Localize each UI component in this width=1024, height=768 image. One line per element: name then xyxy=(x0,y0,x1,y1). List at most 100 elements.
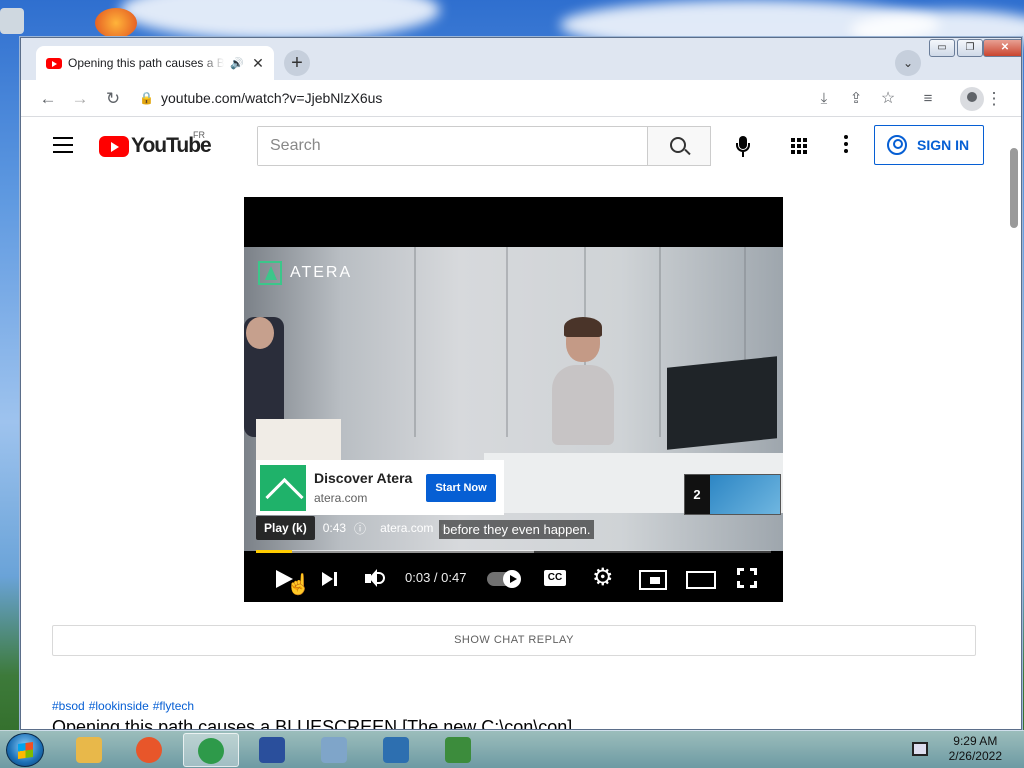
new-tab-button[interactable]: + xyxy=(284,50,310,76)
miniplayer-button[interactable] xyxy=(636,563,667,593)
explorer-icon xyxy=(76,737,102,763)
reload-icon[interactable]: ↻ xyxy=(102,88,124,110)
sign-in-label: SIGN IN xyxy=(917,137,970,153)
clock-date: 2/26/2022 xyxy=(948,749,1002,763)
close-window-button[interactable]: ✕ xyxy=(983,39,1021,57)
search-icon xyxy=(670,137,686,153)
taskbar-app[interactable] xyxy=(369,733,425,767)
address-bar[interactable]: 🔒 youtube.com/watch?v=JjebNlzX6us xyxy=(139,84,829,112)
firefox-icon xyxy=(136,737,162,763)
tab-search-button[interactable]: ⌄ xyxy=(895,50,921,76)
back-icon[interactable]: ← xyxy=(37,88,59,110)
guide-menu-icon[interactable] xyxy=(53,137,73,153)
progress-bar[interactable] xyxy=(256,550,771,553)
youtube-favicon-icon xyxy=(46,57,62,69)
close-tab-icon[interactable]: ✕ xyxy=(250,55,266,72)
atera-watermark: ATERA xyxy=(258,261,352,285)
autoplay-toggle[interactable] xyxy=(487,570,521,588)
hand-cursor-icon: ☝ xyxy=(286,574,311,596)
volume-button[interactable] xyxy=(359,563,389,593)
search-input[interactable] xyxy=(258,127,647,165)
url-text: youtube.com/watch?v=JjebNlzX6us xyxy=(161,90,383,106)
share-icon[interactable]: ⇪ xyxy=(845,88,867,110)
country-code: FR xyxy=(193,130,205,140)
profile-avatar-icon[interactable] xyxy=(960,87,984,111)
hashtag-link[interactable]: #flytech xyxy=(153,699,194,713)
network-tray-icon[interactable] xyxy=(912,742,928,756)
hashtag-link[interactable]: #lookinside xyxy=(89,699,149,713)
atera-logo-icon xyxy=(258,261,282,285)
taskbar-app[interactable] xyxy=(122,733,178,767)
minimize-button[interactable]: ▭ xyxy=(929,39,955,57)
next-button[interactable] xyxy=(314,563,344,593)
speaker-icon[interactable]: 🔊 xyxy=(230,57,244,70)
video-title: Opening this path causes a BLUESCREEN [T… xyxy=(52,717,573,730)
taskbar-app[interactable] xyxy=(62,733,118,767)
tab-strip: Opening this path causes a BLUESCREEN [T… xyxy=(21,38,1021,80)
search-box xyxy=(257,126,648,166)
play-tooltip: Play (k) xyxy=(256,516,315,540)
hashtag-link[interactable]: #bsod xyxy=(52,699,85,713)
taskbar-app[interactable] xyxy=(431,733,487,767)
video-player[interactable]: ATERA Discover Atera atera.com Start Now… xyxy=(244,197,783,602)
brand-text: ATERA xyxy=(290,264,353,281)
apps-grid-icon[interactable] xyxy=(791,138,807,154)
woman-figure xyxy=(544,317,624,457)
show-chat-replay-button[interactable]: SHOW CHAT REPLAY xyxy=(52,625,976,656)
ad-domain: atera.com xyxy=(314,491,368,505)
ad-time: 0:43 xyxy=(322,521,347,535)
chrome-window: Opening this path causes a BLUESCREEN [T… xyxy=(20,37,1022,730)
fullscreen-button[interactable] xyxy=(732,563,762,593)
skip-ad-preview[interactable]: 2 xyxy=(684,474,781,515)
bookmark-star-icon[interactable]: ☆ xyxy=(877,88,899,110)
hashtags: #bsod #lookinside #flytech xyxy=(52,699,194,713)
start-now-button[interactable]: Start Now xyxy=(426,473,496,502)
taskbar: 9:29 AM 2/26/2022 xyxy=(0,730,1024,768)
player-controls: 0:03 / 0:47 ☝ xyxy=(244,555,783,602)
atera-ad-logo-icon xyxy=(260,464,306,511)
theater-mode-button[interactable] xyxy=(684,563,716,593)
ad-card[interactable]: Discover Atera atera.com Start Now xyxy=(256,460,504,515)
search-button[interactable] xyxy=(647,126,711,166)
settings-more-icon[interactable] xyxy=(844,135,848,155)
scrollbar-thumb[interactable] xyxy=(1010,148,1018,228)
taskbar-app[interactable] xyxy=(183,733,239,767)
youtube-logo[interactable]: YouTube FR xyxy=(99,130,212,158)
maximize-button[interactable]: ❐ xyxy=(957,39,983,57)
system-clock[interactable]: 9:29 AM 2/26/2022 xyxy=(949,734,1002,764)
install-app-icon[interactable]: ⤓ xyxy=(813,88,835,110)
ad-info-icon[interactable]: ⓘ xyxy=(354,520,366,537)
taskbar-app[interactable] xyxy=(307,733,363,767)
captions-button[interactable] xyxy=(541,563,571,593)
skip-countdown: 2 xyxy=(693,487,701,502)
ad-info-bar: Play (k) 0:43 ⓘ atera.com ⧉ xyxy=(256,516,449,540)
virtualbox-icon xyxy=(383,737,409,763)
youtube-page: YouTube FR SIGN IN xyxy=(21,118,1021,730)
network-admin-icon xyxy=(259,737,285,763)
recycle-bin-icon[interactable] xyxy=(0,8,24,34)
browser-toolbar: ← → ↻ 🔒 youtube.com/watch?v=JjebNlzX6us … xyxy=(21,80,1021,117)
account-icon xyxy=(887,135,907,155)
voice-search-button[interactable] xyxy=(723,126,763,166)
monitor-icon xyxy=(321,737,347,763)
settings-gear-icon[interactable] xyxy=(588,563,618,593)
clock-time: 9:29 AM xyxy=(953,734,998,748)
buffered-bar xyxy=(256,550,535,553)
computer-monitor xyxy=(667,356,777,450)
taskbar-app[interactable] xyxy=(245,733,301,767)
ad-link[interactable]: atera.com xyxy=(380,521,433,535)
firefox-desktop-icon[interactable] xyxy=(95,8,137,38)
forward-icon[interactable]: → xyxy=(69,88,91,110)
chrome-menu-icon[interactable]: ⋮ xyxy=(983,88,1005,110)
youtube-play-logo-icon xyxy=(99,135,129,157)
sign-in-button[interactable]: SIGN IN xyxy=(874,125,984,165)
caption-text: before they even happen. xyxy=(439,520,595,539)
media-control-icon[interactable]: ≡ xyxy=(917,88,939,110)
youtube-header: YouTube FR SIGN IN xyxy=(21,118,1021,174)
next-video-thumbnail xyxy=(710,475,780,514)
task-manager-icon xyxy=(445,737,471,763)
page-scrollbar[interactable] xyxy=(1006,118,1021,729)
tab-active[interactable]: Opening this path causes a BLUESCREEN [T… xyxy=(36,46,274,80)
lock-icon: 🔒 xyxy=(139,91,154,105)
start-button[interactable] xyxy=(6,733,44,767)
